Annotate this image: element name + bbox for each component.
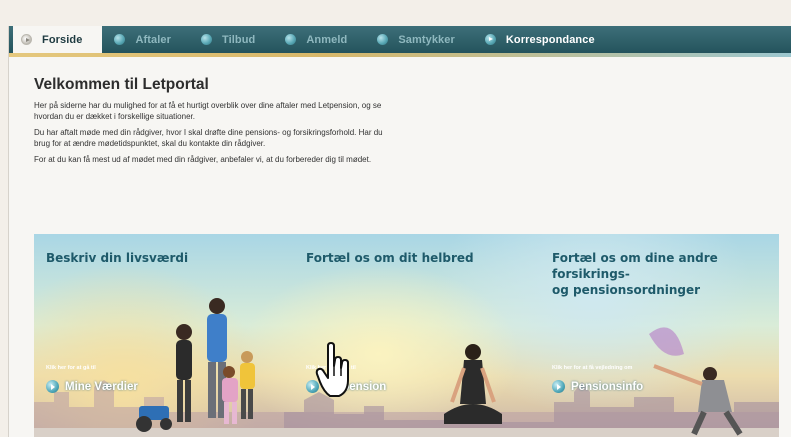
circle-icon [285,34,297,45]
title-line: Fortæl os om dine andre forsikrings- [552,251,718,281]
tab-label: Tilbud [221,33,256,46]
circle-arrow-icon [46,380,59,393]
intro-paragraph: Her på siderne har du mulighed for at få… [34,101,382,121]
tab-aftaler[interactable]: Aftaler [102,26,189,53]
intro-section: Velkommen til Letportal Her på siderne h… [34,76,394,172]
tab-korrespondance[interactable]: Korrespondance [473,26,613,53]
tab-anmeld[interactable]: Anmeld [273,26,365,53]
banner-title-livsvaerdi: Beskriv din livsværdi [46,251,189,265]
tab-label: Samtykker [398,33,455,46]
banner-hint: Klik her for at gå til [46,365,96,371]
tab-label: Aftaler [135,33,171,46]
tab-label: Forside [42,33,83,46]
tab-samtykker[interactable]: Samtykker [365,26,473,53]
nav-underline [9,53,791,57]
page-frame: Forside Aftaler Tilbud Anmeld Samtykker … [8,26,791,437]
banner-hint: Klik her for at få vejledning om [552,365,633,371]
tab-forside[interactable]: Forside [13,26,103,53]
link-label: Mine Værdier [65,380,138,393]
pensionsinfo-link[interactable]: Pensionsinfo [552,380,643,393]
tab-label: Anmeld [306,33,348,46]
intro-paragraph: Du har aftalt møde med din rådgiver, hvo… [34,128,383,148]
circle-icon [114,34,126,45]
page-title: Velkommen til Letportal [34,76,209,93]
main-nav: Forside Aftaler Tilbud Anmeld Samtykker … [9,26,791,53]
banner-title-andre-ordninger: Fortæl os om dine andre forsikrings- og … [552,250,779,298]
circle-icon [200,34,212,45]
mine-vaerdier-link[interactable]: Mine Værdier [46,380,138,393]
tab-label: Korrespondance [505,33,595,46]
hand-cursor-icon [315,342,349,397]
link-label: Pensionsinfo [571,380,644,393]
title-line: og pensionsordninger [552,283,701,297]
circle-arrow-icon [484,34,496,45]
banner-title-helbred: Fortæl os om dit helbred [306,251,474,265]
tab-tilbud[interactable]: Tilbud [189,26,273,53]
circle-arrow-icon [552,380,565,393]
promo-banner: Beskriv din livsværdi Klik her for at gå… [34,234,779,437]
circle-icon [377,34,389,45]
intro-paragraph: For at du kan få mest ud af mødet med di… [34,155,372,164]
circle-arrow-icon [21,34,32,45]
